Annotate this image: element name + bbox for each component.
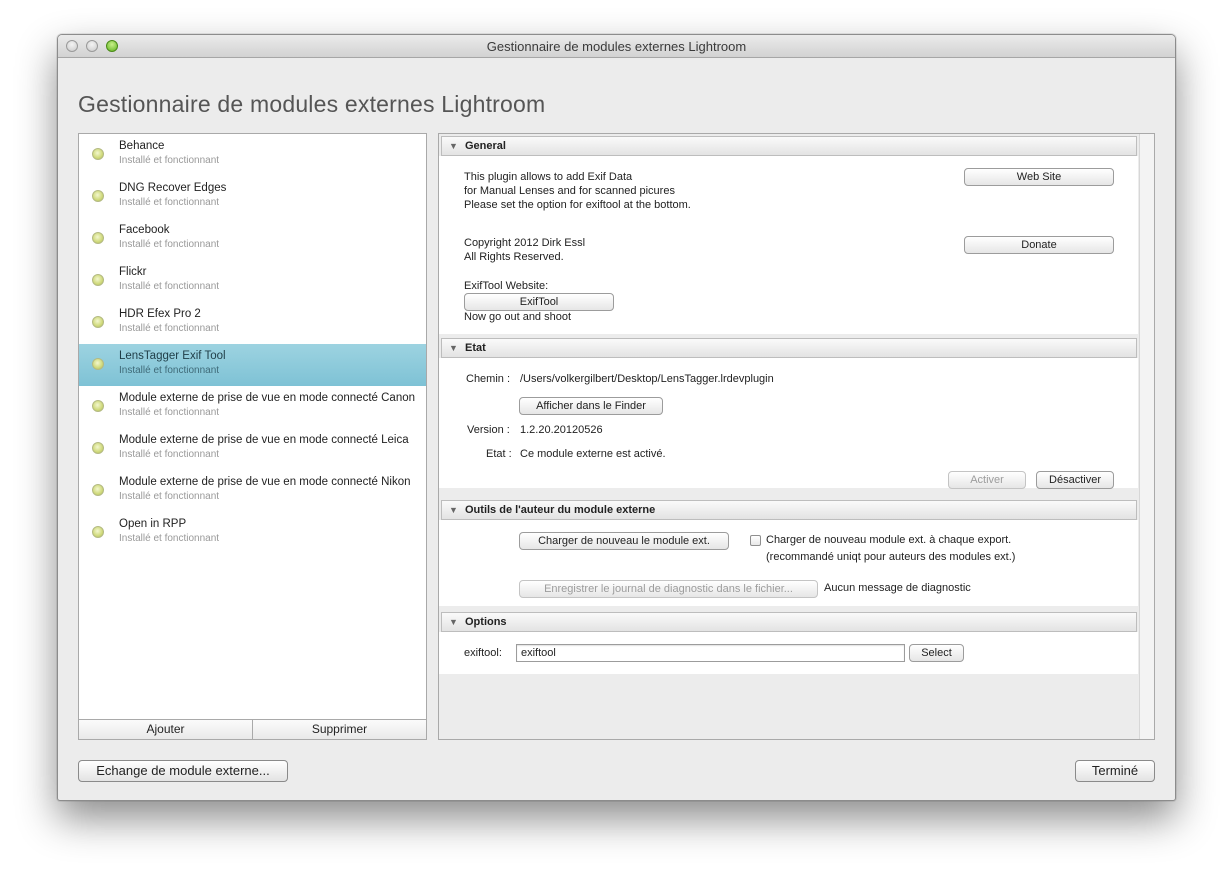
plugin-list-item[interactable]: Open in RPP Installé et fonctionnant <box>79 512 426 554</box>
section-general-header[interactable]: ▼ General <box>441 136 1137 156</box>
plugin-name: Module externe de prise de vue en mode c… <box>119 392 416 404</box>
details-scrollbar[interactable] <box>1139 134 1154 739</box>
donate-button[interactable]: Donate <box>964 236 1114 254</box>
done-button[interactable]: Terminé <box>1075 760 1155 782</box>
plugin-name: Behance <box>119 140 165 152</box>
plugin-status: Installé et fonctionnant <box>119 281 220 292</box>
title-bar[interactable]: Gestionnaire de modules externes Lightro… <box>58 35 1175 58</box>
reload-each-export-label: Charger de nouveau module ext. à chaque … <box>766 534 1012 546</box>
plugin-list-item[interactable]: LensTagger Exif Tool Installé et fonction… <box>79 344 426 386</box>
deactivate-button[interactable]: Désactiver <box>1036 471 1114 489</box>
path-label: Chemin : <box>466 373 511 385</box>
plugin-name: Open in RPP <box>119 518 187 530</box>
status-indicator-icon <box>92 358 104 370</box>
section-outils-body: Charger de nouveau le module ext. Charge… <box>439 520 1138 606</box>
plugin-list-item[interactable]: Flickr Installé et fonctionnant <box>79 260 426 302</box>
plugin-status: Installé et fonctionnant <box>119 491 220 502</box>
copyright-line-2: All Rights Reserved. <box>464 251 564 263</box>
diagnostic-status: Aucun message de diagnostic <box>824 582 971 594</box>
page-title: Gestionnaire de modules externes Lightro… <box>78 91 546 117</box>
description-line-1: This plugin allows to add Exif Data <box>464 171 633 183</box>
remove-plugin-button[interactable]: Supprimer <box>252 720 426 739</box>
plugin-list-item[interactable]: Module externe de prise de vue en mode c… <box>79 470 426 512</box>
status-indicator-icon <box>92 316 104 328</box>
select-exiftool-button[interactable]: Select <box>909 644 964 662</box>
list-buttons: Ajouter Supprimer <box>79 719 426 739</box>
state-label: Etat : <box>486 448 512 460</box>
plugin-list-item[interactable]: Behance Installé et fonctionnant <box>79 134 426 176</box>
section-general-body: This plugin allows to add Exif Data for … <box>439 156 1138 334</box>
website-button[interactable]: Web Site <box>964 168 1114 186</box>
reload-each-export-note: (recommandé uniqt pour auteurs des modul… <box>766 551 1016 563</box>
general-footer-text: Now go out and shoot <box>464 311 572 323</box>
exiftool-website-button[interactable]: ExifTool <box>464 293 614 311</box>
plugin-status: Installé et fonctionnant <box>119 533 220 544</box>
plugin-list-item[interactable]: Module externe de prise de vue en mode c… <box>79 428 426 470</box>
plugin-name: Flickr <box>119 266 147 278</box>
section-options-title: Options <box>465 616 507 628</box>
state-value: Ce module externe est activé. <box>520 448 666 460</box>
section-etat-title: Etat <box>465 342 486 354</box>
plugin-details-panel: ▼ General This plugin allows to add Exif… <box>438 133 1155 740</box>
plugin-list: Behance Installé et fonctionnant DNG Recov… <box>78 133 427 740</box>
description-line-3: Please set the option for exiftool at th… <box>464 199 691 211</box>
section-etat-header[interactable]: ▼ Etat <box>441 338 1137 358</box>
description-line-2: for Manual Lenses and for scanned picure… <box>464 185 675 197</box>
plugin-status: Installé et fonctionnant <box>119 365 220 376</box>
status-indicator-icon <box>92 442 104 454</box>
disclosure-triangle-icon: ▼ <box>449 617 458 627</box>
version-value: 1.2.20.20120526 <box>520 424 603 436</box>
plugin-status: Installé et fonctionnant <box>119 197 220 208</box>
plugin-name: LensTagger Exif Tool <box>119 350 226 362</box>
plugin-manager-window: Gestionnaire de modules externes Lightro… <box>57 34 1176 801</box>
plugin-list-item[interactable]: HDR Efex Pro 2 Installé et fonctionnant <box>79 302 426 344</box>
reload-plugin-button[interactable]: Charger de nouveau le module ext. <box>519 532 729 550</box>
disclosure-triangle-icon: ▼ <box>449 343 458 353</box>
plugin-exchange-button[interactable]: Echange de module externe... <box>78 760 288 782</box>
status-indicator-icon <box>92 232 104 244</box>
exiftool-path-input[interactable]: exiftool <box>516 644 905 662</box>
plugin-status: Installé et fonctionnant <box>119 239 220 250</box>
activate-button[interactable]: Activer <box>948 471 1026 489</box>
status-indicator-icon <box>92 526 104 538</box>
status-indicator-icon <box>92 274 104 286</box>
plugin-name: Module externe de prise de vue en mode c… <box>119 476 411 488</box>
status-indicator-icon <box>92 400 104 412</box>
plugin-name: Facebook <box>119 224 170 236</box>
section-etat-body: Chemin : /Users/volkergilbert/Desktop/Le… <box>439 358 1138 489</box>
status-indicator-icon <box>92 148 104 160</box>
status-indicator-icon <box>92 484 104 496</box>
copyright-line-1: Copyright 2012 Dirk Essl <box>464 237 586 249</box>
section-options-header[interactable]: ▼ Options <box>441 612 1137 632</box>
show-in-finder-button[interactable]: Afficher dans le Finder <box>519 397 663 415</box>
exiftool-path-label: exiftool: <box>464 647 502 659</box>
plugin-status: Installé et fonctionnant <box>119 323 220 334</box>
plugin-name: HDR Efex Pro 2 <box>119 308 201 320</box>
plugin-status: Installé et fonctionnant <box>119 155 220 166</box>
plugin-name: DNG Recover Edges <box>119 182 227 194</box>
status-indicator-icon <box>92 190 104 202</box>
plugin-list-item[interactable]: DNG Recover Edges Installé et fonctionnan… <box>79 176 426 218</box>
window-title: Gestionnaire de modules externes Lightro… <box>486 39 747 54</box>
section-outils-title: Outils de l'auteur du module externe <box>465 504 656 516</box>
path-value: /Users/volkergilbert/Desktop/LensTagger.… <box>520 373 774 385</box>
section-general-title: General <box>465 140 506 152</box>
reload-each-export-checkbox[interactable] <box>750 535 761 546</box>
plugin-name: Module externe de prise de vue en mode c… <box>119 434 409 446</box>
plugin-status: Installé et fonctionnant <box>119 407 220 418</box>
plugin-status: Installé et fonctionnant <box>119 449 220 460</box>
exiftool-website-label: ExifTool Website: <box>464 280 549 292</box>
save-diagnostic-log-button[interactable]: Enregistrer le journal de diagnostic dan… <box>519 580 818 598</box>
version-label: Version : <box>467 424 510 436</box>
add-plugin-button[interactable]: Ajouter <box>79 720 252 739</box>
disclosure-triangle-icon: ▼ <box>449 141 458 151</box>
plugin-list-item[interactable]: Module externe de prise de vue en mode c… <box>79 386 426 428</box>
section-outils-header[interactable]: ▼ Outils de l'auteur du module externe <box>441 500 1137 520</box>
section-options-body: exiftool: exiftool Select <box>439 632 1138 674</box>
disclosure-triangle-icon: ▼ <box>449 505 458 515</box>
plugin-list-item[interactable]: Facebook Installé et fonctionnant <box>79 218 426 260</box>
